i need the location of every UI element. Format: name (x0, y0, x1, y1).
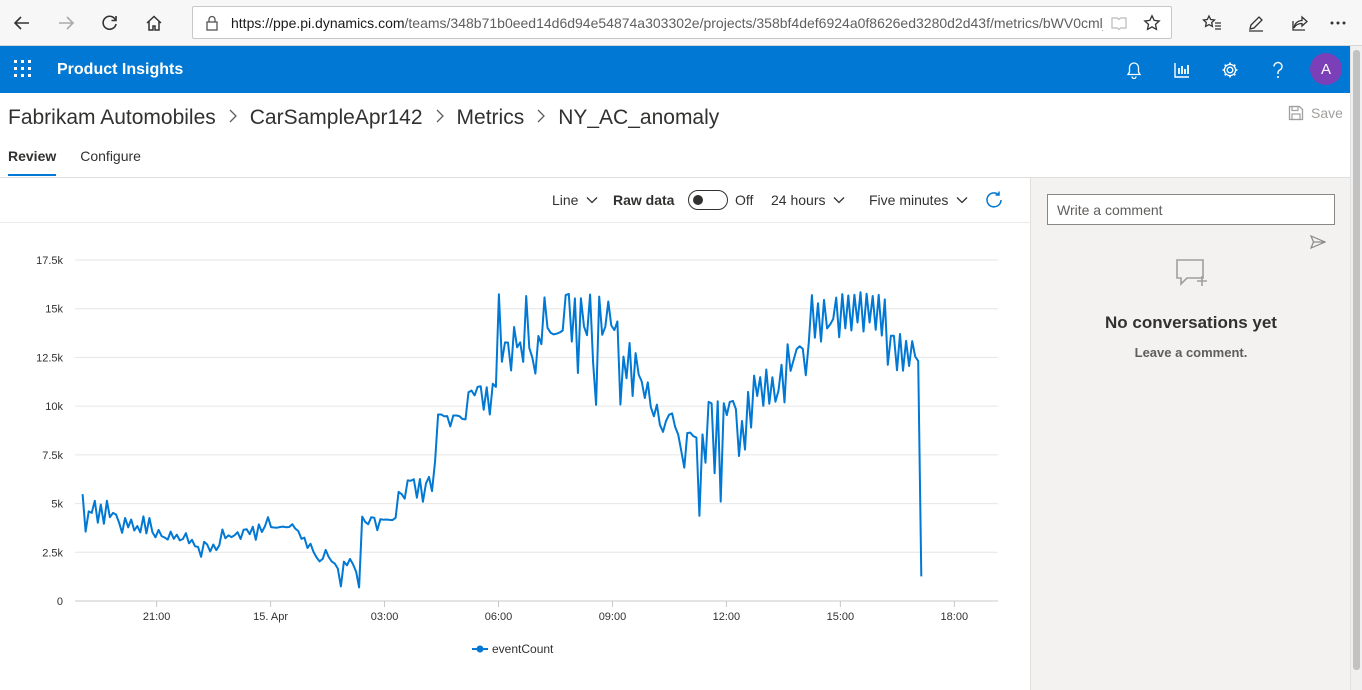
chevron-down-icon (956, 197, 968, 204)
y-tick-label: 5k (51, 499, 63, 511)
more-icon[interactable] (1322, 8, 1354, 38)
legend-label: eventCount (492, 642, 554, 656)
page-title: NY_AC_anomaly (558, 106, 720, 129)
y-tick-label: 10k (45, 401, 63, 413)
granularity-dropdown[interactable]: Five minutes (869, 192, 968, 208)
chart-type-dropdown[interactable]: Line (552, 192, 598, 208)
url-path: /teams/348b71b0eed14d6d94e54874a303302e/… (404, 15, 1103, 31)
chevron-down-icon (834, 197, 845, 204)
lock-icon (205, 15, 219, 36)
share-icon[interactable] (1284, 8, 1316, 38)
address-bar[interactable]: https://ppe.pi.dynamics.com/teams/348b71… (192, 6, 1172, 39)
chevron-right-icon (536, 106, 546, 130)
scrollbar-thumb[interactable] (1353, 50, 1360, 670)
breadcrumb: Fabrikam Automobiles CarSampleApr142 Met… (8, 106, 719, 130)
toggle-knob (693, 195, 703, 205)
help-icon[interactable] (1266, 58, 1290, 82)
chat-add-icon (1175, 258, 1209, 295)
send-icon[interactable] (1309, 234, 1327, 254)
x-tick-label: 15:00 (827, 611, 855, 623)
chevron-right-icon (435, 106, 445, 130)
tab-review[interactable]: Review (8, 148, 57, 176)
x-tick-label: 12:00 (713, 611, 741, 623)
chart-icon[interactable] (1170, 58, 1194, 82)
y-tick-label: 17.5k (36, 255, 63, 267)
browser-toolbar: https://ppe.pi.dynamics.com/teams/348b71… (0, 0, 1362, 46)
refresh-chart-icon[interactable] (985, 191, 1003, 209)
save-button[interactable]: Save (1288, 105, 1343, 121)
url-host: https://ppe.pi.dynamics.com (231, 15, 405, 31)
breadcrumb-project-group[interactable]: Fabrikam Automobiles (8, 106, 216, 130)
bell-icon[interactable] (1122, 58, 1146, 82)
gear-icon[interactable] (1218, 58, 1242, 82)
x-tick-label: 03:00 (371, 611, 399, 623)
x-tick-label: 15. Apr (253, 611, 288, 623)
x-tick-label: 09:00 (599, 611, 627, 623)
y-tick-label: 12.5k (36, 352, 63, 364)
chevron-down-icon (587, 197, 598, 204)
empty-state-subtitle: Leave a comment. (1134, 345, 1248, 360)
x-tick-label: 06:00 (485, 611, 513, 623)
y-tick-label: 2.5k (42, 547, 63, 559)
breadcrumb-project[interactable]: CarSampleApr142 (250, 106, 423, 130)
pen-icon[interactable] (1240, 8, 1272, 38)
chart-type-value: Line (552, 192, 579, 208)
x-tick-label: 18:00 (941, 611, 969, 623)
back-icon[interactable] (6, 8, 38, 38)
favorite-star-icon[interactable] (1143, 14, 1161, 37)
chevron-right-icon (228, 106, 238, 130)
tab-bar: Review Configure (8, 148, 165, 176)
page-scrollbar[interactable] (1350, 46, 1362, 690)
y-tick-label: 7.5k (42, 450, 63, 462)
series-line-eventCount (81, 291, 923, 589)
avatar[interactable]: A (1310, 53, 1342, 85)
chart-toolbar: Line Raw data Off 24 hours Five minutes (0, 178, 1030, 223)
refresh-icon[interactable] (94, 8, 126, 38)
empty-state-title: No conversations yet (1105, 313, 1277, 332)
raw-data-toggle[interactable] (688, 190, 728, 210)
breadcrumb-metrics[interactable]: Metrics (457, 106, 525, 130)
tab-configure[interactable]: Configure (80, 148, 141, 176)
line-chart: 0 2.5k 5k 7.5k 10k 12.5k 15k 17.5k 21:00 15. Apr 0… (36, 255, 998, 656)
favorites-icon[interactable] (1196, 8, 1228, 38)
app-title[interactable]: Product Insights (57, 61, 183, 79)
y-tick-label: 0 (57, 596, 63, 608)
time-range-dropdown[interactable]: 24 hours (771, 192, 845, 208)
x-tick-label: 21:00 (143, 611, 171, 623)
raw-data-state: Off (735, 192, 754, 208)
time-range-value: 24 hours (771, 192, 826, 208)
y-tick-label: 15k (45, 304, 63, 316)
metric-chart: 0 2.5k 5k 7.5k 10k 12.5k 15k 17.5k 21:00 15. Apr 0… (0, 224, 1030, 690)
reading-view-icon[interactable] (1111, 15, 1127, 36)
granularity-value: Five minutes (869, 192, 949, 208)
save-icon (1288, 105, 1304, 121)
comment-pane: No conversations yet Leave a comment. (1030, 178, 1350, 690)
save-label: Save (1311, 105, 1343, 121)
home-icon[interactable] (138, 8, 170, 38)
raw-data-label: Raw data (613, 192, 675, 208)
app-launcher-icon[interactable] (14, 60, 32, 83)
forward-icon[interactable] (50, 8, 82, 38)
app-header: Product Insights A (0, 46, 1350, 93)
comment-input[interactable] (1047, 194, 1335, 225)
legend-marker (476, 645, 484, 653)
url-text[interactable]: https://ppe.pi.dynamics.com/teams/348b71… (231, 15, 1103, 31)
